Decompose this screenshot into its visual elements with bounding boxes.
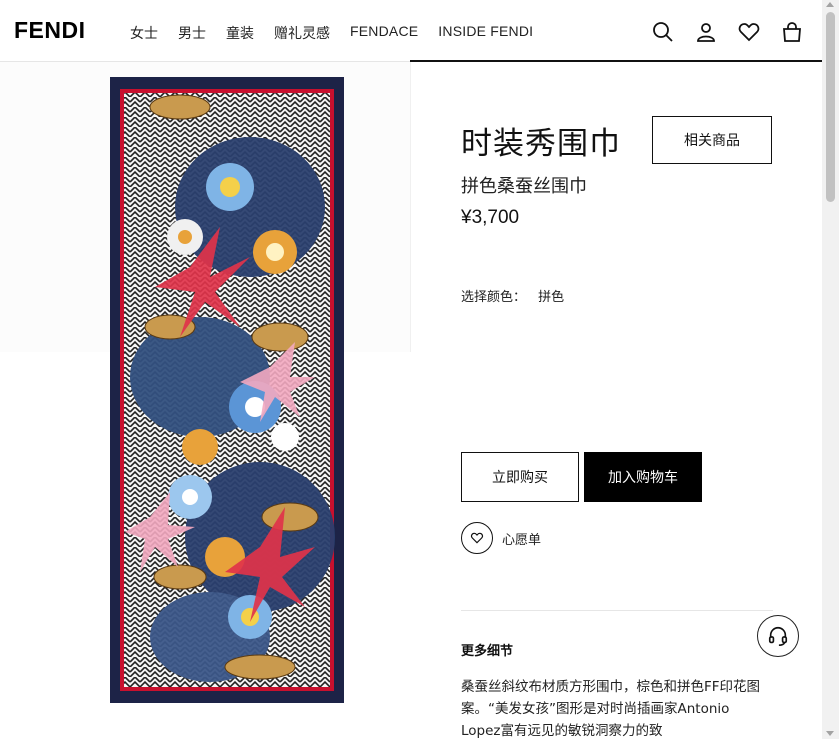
headset-icon [768, 626, 788, 646]
buy-now-button[interactable]: 立即购买 [461, 452, 579, 502]
details-description: 桑蚕丝斜纹布材质方形围巾，棕色和拼色FF印花图案。“美发女孩”图形是对时尚插画家… [461, 679, 761, 739]
color-value: 拼色 [538, 290, 565, 305]
fendi-logo[interactable]: FENDI [14, 17, 86, 44]
nav-item-gifts[interactable]: 赠礼灵感 [274, 23, 330, 43]
nav-item-inside-fendi[interactable]: INSIDE FENDI [438, 23, 533, 43]
color-label: 选择颜色： [461, 290, 527, 305]
heart-icon [470, 532, 484, 544]
product-price: ¥3,700 [461, 207, 520, 228]
shopping-bag-icon[interactable] [780, 20, 804, 44]
wishlist-heart-icon[interactable] [737, 20, 761, 44]
details-title[interactable]: 更多细节 [461, 640, 513, 659]
product-subtitle: 拼色桑蚕丝围巾 [461, 176, 587, 197]
scroll-down-arrow-icon[interactable] [826, 731, 834, 736]
nav-item-fendace[interactable]: FENDACE [350, 23, 418, 43]
add-to-cart-button[interactable]: 加入购物车 [584, 452, 702, 502]
scroll-thumb[interactable] [826, 12, 835, 202]
product-title: 时装秀围巾 [461, 126, 621, 162]
nav-item-kids[interactable]: 童装 [226, 23, 254, 43]
account-icon[interactable] [694, 20, 718, 44]
nav-item-women[interactable]: 女士 [130, 23, 158, 43]
page-scrollbar[interactable] [822, 0, 839, 739]
related-products-button[interactable]: 相关商品 [652, 116, 772, 164]
header-icons [651, 20, 804, 44]
scroll-up-arrow-icon[interactable] [826, 2, 834, 7]
color-selector[interactable]: 选择颜色： 拼色 [461, 286, 564, 305]
details-divider [461, 610, 773, 611]
nav-item-men[interactable]: 男士 [178, 23, 206, 43]
main-nav: 女士 男士 童装 赠礼灵感 FENDACE INSIDE FENDI [130, 23, 553, 43]
product-image-scarf[interactable] [110, 77, 344, 703]
site-header: FENDI 女士 男士 童装 赠礼灵感 FENDACE INSIDE FENDI [0, 0, 822, 62]
search-icon[interactable] [651, 20, 675, 44]
wishlist-label: 心愿单 [502, 532, 542, 548]
customer-service-button[interactable] [757, 615, 799, 657]
wishlist-circle [461, 522, 493, 554]
wishlist-button[interactable]: 心愿单 [461, 522, 541, 554]
header-active-underline [410, 60, 822, 62]
